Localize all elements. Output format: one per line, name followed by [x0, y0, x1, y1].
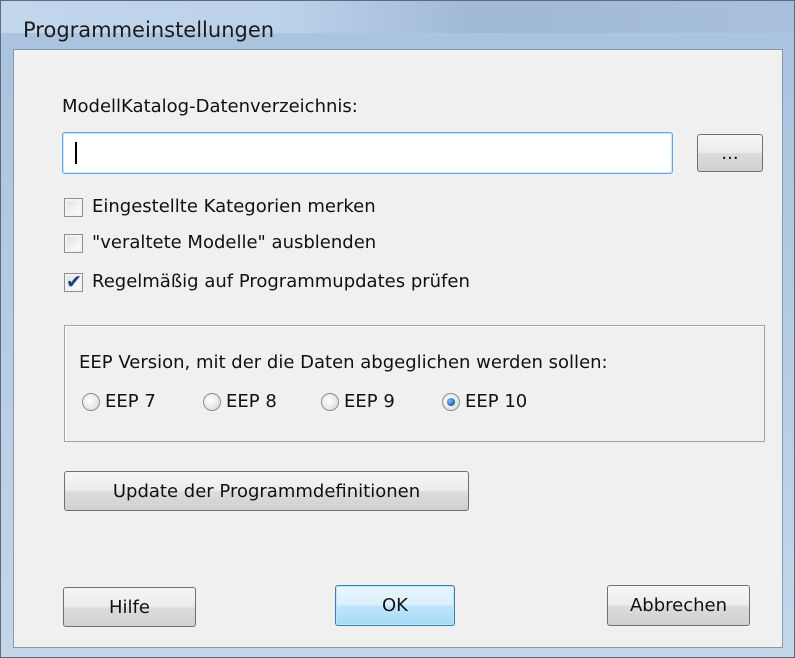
settings-dialog: Programmeinstellungen ModellKatalog-Date…: [0, 0, 795, 658]
remember-categories-checkbox[interactable]: [64, 198, 83, 217]
update-definitions-button[interactable]: Update der Programmdefinitionen: [64, 471, 469, 511]
eep8-label[interactable]: EEP 8: [226, 391, 277, 413]
eep-version-label: EEP Version, mit der die Daten abgeglich…: [79, 352, 608, 373]
eep9-radio[interactable]: [321, 393, 339, 411]
check-updates-checkbox[interactable]: ✔: [64, 271, 83, 293]
eep9-label[interactable]: EEP 9: [344, 391, 395, 413]
hide-outdated-checkbox[interactable]: [64, 234, 83, 253]
dialog-client-area: ModellKatalog-Datenverzeichnis: ... Eing…: [13, 49, 783, 648]
remember-categories-label[interactable]: Eingestellte Kategorien merken: [92, 196, 376, 218]
eep10-label[interactable]: EEP 10: [465, 391, 527, 413]
window-title: Programmeinstellungen: [23, 18, 275, 42]
catalog-directory-input[interactable]: [62, 132, 673, 174]
eep8-radio[interactable]: [203, 393, 221, 411]
text-caret: [75, 142, 77, 164]
hide-outdated-label[interactable]: "veraltete Modelle" ausblenden: [92, 232, 376, 254]
radio-selected-dot-icon: [447, 398, 455, 406]
eep7-radio[interactable]: [82, 393, 100, 411]
checkmark-icon: ✔: [66, 271, 82, 293]
catalog-directory-label: ModellKatalog-Datenverzeichnis:: [62, 96, 358, 117]
eep-version-group: EEP Version, mit der die Daten abgeglich…: [64, 325, 765, 442]
browse-button[interactable]: ...: [697, 134, 763, 172]
eep10-radio[interactable]: [442, 393, 460, 411]
eep7-label[interactable]: EEP 7: [105, 391, 156, 413]
help-button[interactable]: Hilfe: [63, 587, 196, 627]
check-updates-label[interactable]: Regelmäßig auf Programmupdates prüfen: [92, 271, 470, 293]
ok-button[interactable]: OK: [335, 585, 455, 626]
cancel-button[interactable]: Abbrechen: [607, 585, 750, 626]
title-bar[interactable]: Programmeinstellungen: [1, 1, 794, 42]
